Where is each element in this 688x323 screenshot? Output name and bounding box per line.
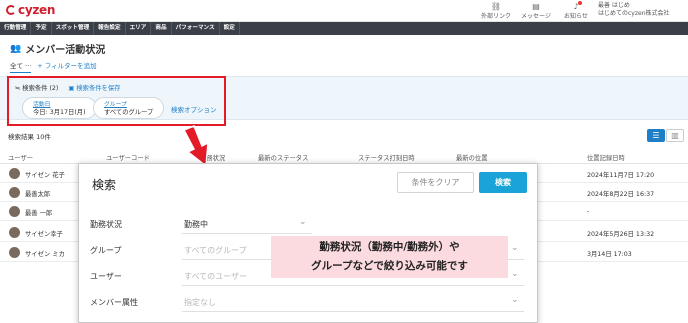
- chevron-down-icon: ⌄: [299, 217, 307, 227]
- avatar: [9, 168, 20, 179]
- cyzen-logo[interactable]: cyzen: [6, 3, 55, 17]
- external-link-label: 外部リンク: [480, 13, 511, 20]
- row-user-name: サイゼン ミカ: [25, 251, 65, 258]
- group-label: グループ: [90, 246, 122, 255]
- user-name: 最善 はじめ: [598, 2, 630, 9]
- app-header: cyzen ⛓ 外部リンク ▤ メッセージ ♪ お知らせ 最善 はじめ はじめて…: [0, 0, 688, 22]
- chevron-down-icon: ⌄: [511, 269, 519, 279]
- highlight-frame: [7, 76, 226, 126]
- clear-conditions-button[interactable]: 条件をクリア: [397, 172, 474, 193]
- nav-item-schedule[interactable]: 予定: [31, 22, 52, 35]
- user-select[interactable]: すべてのユーザー: [184, 271, 247, 282]
- col-location-time[interactable]: 位置記録日時: [587, 153, 625, 162]
- external-link-button[interactable]: ⛓ 外部リンク: [476, 2, 516, 20]
- filter-tabs: 全て ··· + フィルターを追加: [10, 60, 97, 73]
- user-menu[interactable]: 最善 はじめ はじめてのcyzen株式会社: [598, 2, 670, 18]
- row-user-name: 最善 一郎: [25, 210, 53, 217]
- message-label: メッセージ: [521, 13, 551, 20]
- bell-icon: ♪: [573, 1, 582, 11]
- list-icon: ☰: [652, 131, 660, 140]
- nav-item-products[interactable]: 商品: [151, 22, 172, 35]
- tab-all[interactable]: 全て ···: [10, 60, 32, 73]
- nav-item-activity[interactable]: 行動管理: [0, 22, 32, 35]
- row-location-time: 2024年5月26日 13:32: [587, 231, 655, 238]
- main-nav: 行動管理 予定 スポット管理 報告設定 エリア 商品 パフォーマンス 設定: [0, 22, 688, 35]
- header-actions: ⛓ 外部リンク ▤ メッセージ ♪ お知らせ: [476, 1, 596, 20]
- work-status-field: 勤務状況 勤務中 ⌄: [79, 211, 539, 237]
- user-label: ユーザー: [90, 272, 122, 281]
- notification-button[interactable]: ♪ お知らせ: [556, 1, 596, 20]
- nav-item-spot[interactable]: スポット管理: [52, 22, 95, 35]
- row-location-time: 3月14日 17:03: [587, 251, 632, 258]
- member-attribute-label: メンバー属性: [90, 298, 138, 307]
- logo-mark-icon: [6, 5, 16, 15]
- row-user-name: サイゼン幸子: [25, 231, 63, 238]
- field-underline: [182, 233, 312, 234]
- nav-item-area[interactable]: エリア: [126, 22, 152, 35]
- callout-line-1: 勤務状況（勤務中/勤務外）や: [319, 241, 460, 253]
- chevron-down-icon: ⌄: [511, 295, 519, 305]
- chevron-down-icon: ⌄: [511, 243, 519, 253]
- row-location-time: 2024年11月7日 17:20: [587, 172, 655, 179]
- nav-item-report[interactable]: 報告設定: [94, 22, 126, 35]
- row-user-name: 最善太郎: [25, 191, 51, 198]
- link-icon: ⛓: [490, 2, 502, 11]
- user-company: はじめてのcyzen株式会社: [598, 10, 670, 17]
- work-status-label: 勤務状況: [90, 220, 122, 229]
- notification-label: お知らせ: [564, 13, 588, 20]
- callout-arrow-icon: [182, 125, 209, 168]
- col-user-code[interactable]: ユーザーコード: [106, 153, 150, 162]
- map-icon: ▥: [671, 131, 679, 140]
- col-user[interactable]: ユーザー: [8, 153, 33, 162]
- row-location-time: 2024年8月22日 16:37: [587, 191, 655, 198]
- field-underline: [182, 285, 524, 286]
- col-latest-status[interactable]: 最新のステータス: [258, 153, 308, 162]
- col-latest-location[interactable]: 最新の位置: [456, 153, 487, 162]
- search-button[interactable]: 検索: [479, 172, 527, 193]
- page-title: 👥 メンバー活動状況: [10, 41, 106, 57]
- avatar: [9, 187, 20, 198]
- table-header: ユーザー ユーザーコード 勤務状況 最新のステータス ステータス打刻日時 最新の…: [0, 150, 688, 164]
- modal-title: 検索: [92, 178, 117, 192]
- nav-item-settings[interactable]: 設定: [220, 22, 240, 35]
- callout-line-2: グループなどで絞り込み可能です: [311, 260, 468, 272]
- row-user-name: サイゼン 花子: [25, 172, 65, 179]
- add-filter-link[interactable]: + フィルターを追加: [37, 60, 96, 73]
- member-attribute-select[interactable]: 指定なし: [184, 297, 216, 308]
- col-status-time[interactable]: ステータス打刻日時: [358, 153, 415, 162]
- list-view-button[interactable]: ☰: [647, 129, 665, 142]
- results-count: 検索結果 10件: [8, 133, 51, 141]
- annotation-callout: 勤務状況（勤務中/勤務外）や グループなどで絞り込み可能です: [271, 236, 508, 278]
- avatar: [9, 206, 20, 217]
- message-icon: ▤: [532, 2, 540, 11]
- field-underline: [182, 311, 524, 312]
- nav-item-performance[interactable]: パフォーマンス: [172, 22, 220, 35]
- row-location-time: -: [587, 208, 590, 215]
- map-view-button[interactable]: ▥: [666, 129, 684, 142]
- logo-text: cyzen: [18, 3, 56, 17]
- notification-dot: [577, 1, 582, 5]
- avatar: [9, 247, 20, 258]
- member-attribute-field: メンバー属性 指定なし ⌄: [79, 289, 539, 315]
- members-icon: 👥: [10, 43, 22, 54]
- avatar: [9, 227, 20, 238]
- work-status-select[interactable]: 勤務中: [184, 219, 208, 230]
- message-button[interactable]: ▤ メッセージ: [516, 2, 556, 20]
- page-title-text: メンバー活動状況: [25, 45, 106, 56]
- group-select[interactable]: すべてのグループ: [184, 245, 247, 256]
